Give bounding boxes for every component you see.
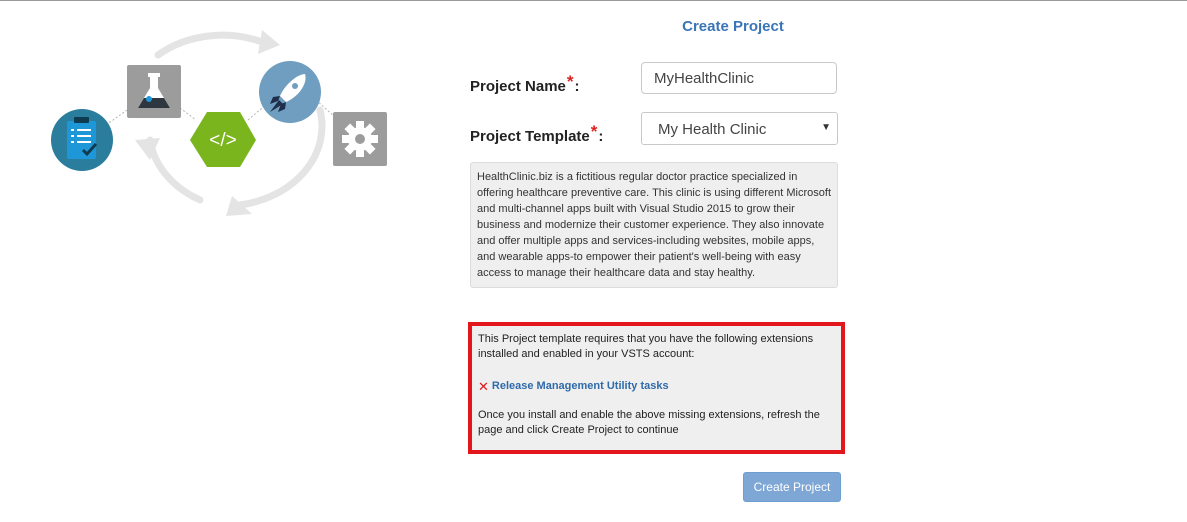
project-template-label-text: Project Template — [470, 128, 590, 145]
label-colon: : — [574, 78, 580, 95]
svg-text:</>: </> — [209, 130, 236, 151]
missing-extensions-alert: This Project template requires that you … — [468, 322, 845, 454]
missing-extension-link[interactable]: Release Management Utility tasks — [492, 379, 669, 394]
extensions-footer: Once you install and enable the above mi… — [478, 409, 820, 436]
project-template-selected-value: My Health Clinic — [658, 121, 767, 138]
flask-icon — [127, 65, 181, 118]
template-description: HealthClinic.biz is a fictitious regular… — [470, 162, 838, 288]
rocket-icon — [259, 61, 321, 123]
create-project-button[interactable]: Create Project — [743, 472, 841, 502]
gear-icon — [333, 112, 387, 166]
devops-illustration: </> — [0, 0, 420, 230]
project-template-label: Project Template*: — [470, 122, 604, 146]
project-template-select[interactable]: My Health Clinic ▼ — [641, 112, 838, 145]
clipboard-icon — [51, 109, 113, 171]
required-marker: * — [590, 122, 598, 141]
dropdown-caret-icon: ▼ — [821, 122, 831, 133]
extensions-intro: This Project template requires that you … — [478, 333, 814, 360]
code-icon: </> — [190, 112, 256, 167]
project-name-label: Project Name*: — [470, 72, 580, 96]
label-colon: : — [598, 128, 604, 145]
x-icon: ✕ — [478, 379, 489, 394]
page-title: Create Project — [682, 18, 784, 35]
missing-extension-item: ✕ Release Management Utility tasks — [478, 379, 669, 394]
required-marker: * — [566, 72, 574, 91]
project-name-input[interactable] — [641, 62, 837, 94]
project-name-label-text: Project Name — [470, 78, 566, 95]
